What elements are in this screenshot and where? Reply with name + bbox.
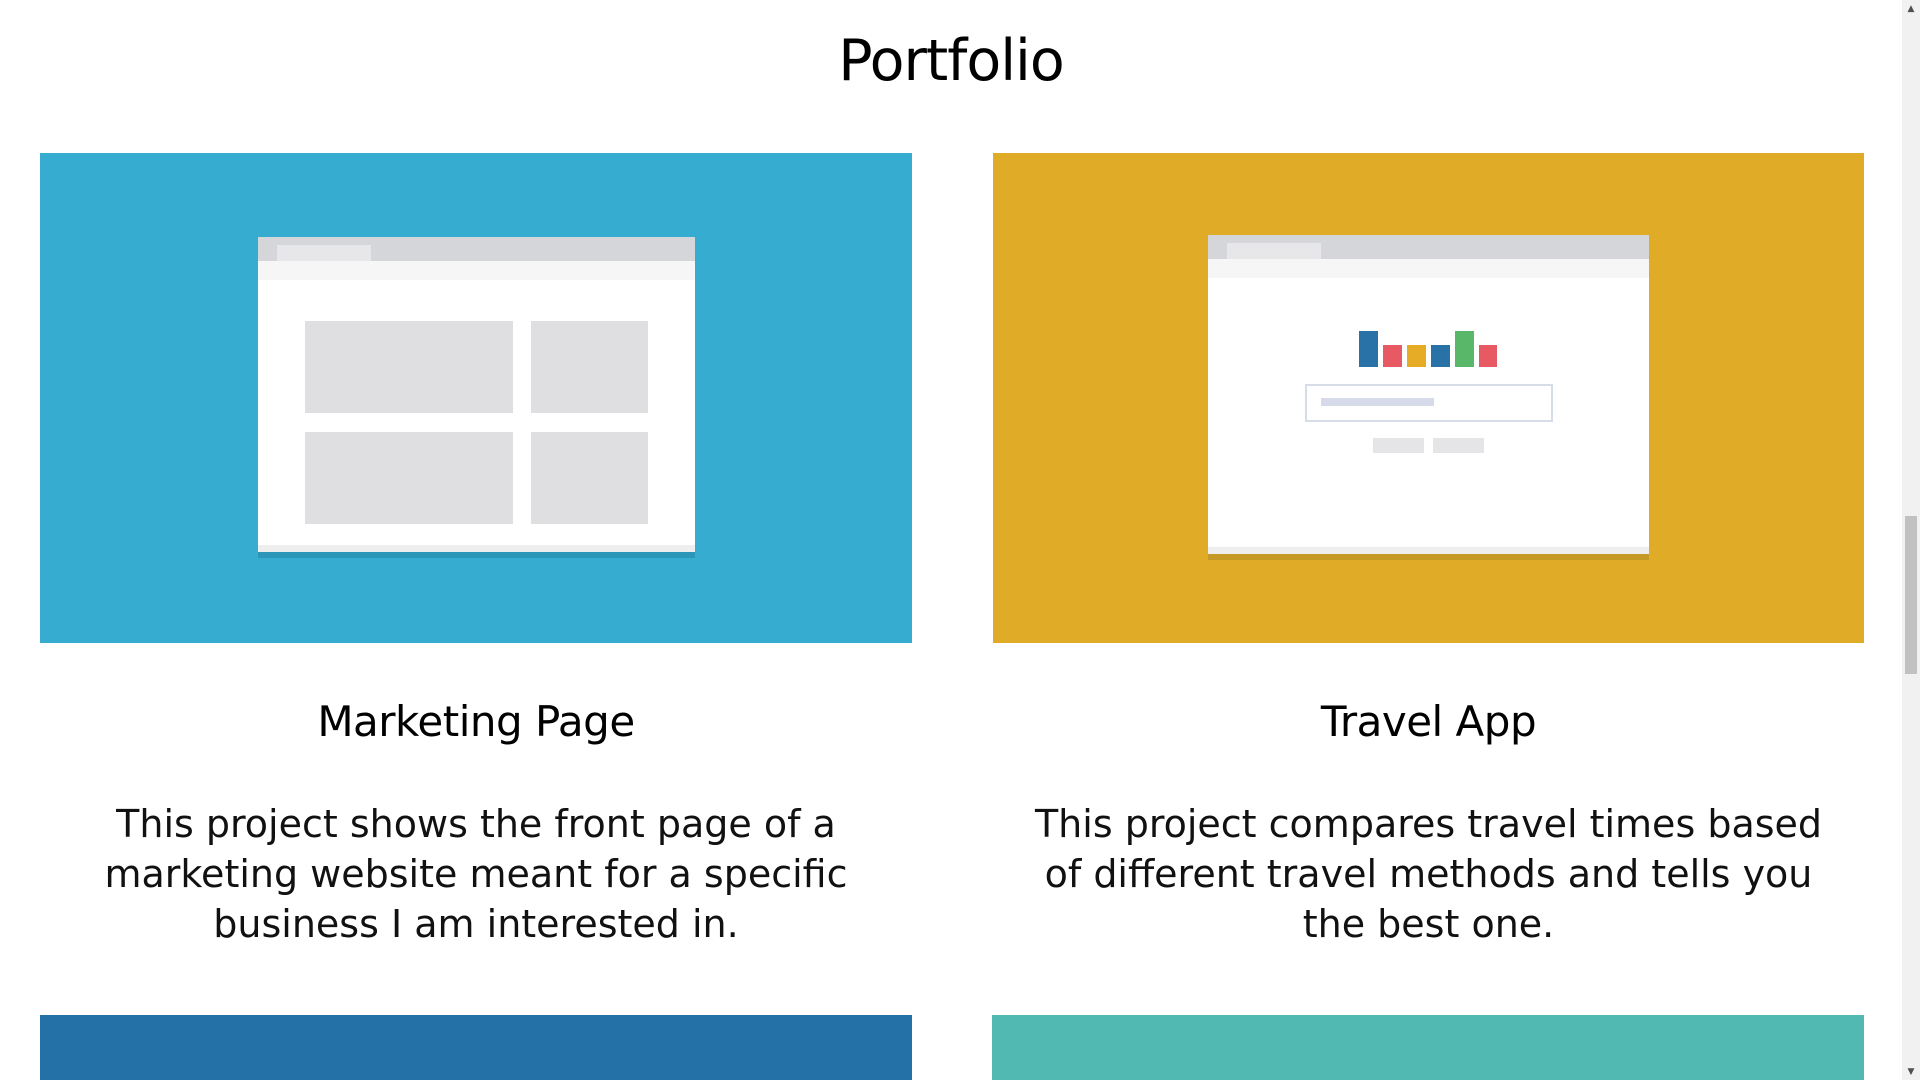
layout-block-large-bottom — [305, 432, 513, 524]
layout-block-small-top — [531, 321, 648, 413]
browser-mockup-illustration — [258, 237, 695, 558]
illustration-bar — [1359, 331, 1378, 367]
project-thumbnail-3[interactable] — [40, 1015, 912, 1080]
browser-mockup-footer — [258, 545, 695, 552]
browser-mockup-topbar — [258, 237, 695, 261]
button-mockup-right — [1433, 438, 1484, 453]
browser-mockup-illustration — [1208, 235, 1649, 560]
marketing-page-thumbnail[interactable] — [40, 153, 912, 643]
page-title: Portfolio — [838, 28, 1065, 94]
travel-app-thumbnail[interactable] — [993, 153, 1864, 643]
portfolio-page: Portfolio Marketing Page This project sh… — [0, 0, 1920, 1080]
search-field-placeholder-bar — [1321, 398, 1434, 406]
illustration-bar — [1407, 345, 1426, 367]
illustration-bar — [1479, 345, 1497, 367]
browser-mockup-tab — [1227, 243, 1321, 259]
project-title-marketing-page[interactable]: Marketing Page — [40, 697, 912, 746]
project-description-travel-app: This project compares travel times based… — [1034, 802, 1823, 946]
chevron-down-icon[interactable]: ▼ — [1902, 1063, 1920, 1080]
browser-mockup-topbar — [1208, 235, 1649, 259]
browser-mockup-shadow — [1208, 554, 1649, 560]
vertical-scrollbar[interactable]: ▲ ▼ — [1902, 0, 1920, 1080]
browser-mockup-address-strip — [258, 261, 695, 280]
browser-mockup-shadow — [258, 552, 695, 558]
chevron-up-icon[interactable]: ▲ — [1902, 0, 1920, 17]
project-thumbnail-4[interactable] — [992, 1015, 1864, 1080]
project-title-travel-app[interactable]: Travel App — [993, 697, 1864, 746]
browser-mockup-footer — [1208, 547, 1649, 554]
button-mockup-left — [1373, 438, 1424, 453]
illustration-bar — [1383, 345, 1402, 367]
layout-block-small-bottom — [531, 432, 648, 524]
search-field-mockup — [1305, 384, 1553, 422]
illustration-bar — [1455, 331, 1474, 367]
browser-mockup-tab — [277, 245, 371, 261]
bar-chart-icon — [1359, 331, 1497, 367]
layout-block-large-top — [305, 321, 513, 413]
project-description-marketing-page: This project shows the front page of a m… — [104, 802, 848, 946]
scrollbar-thumb[interactable] — [1905, 516, 1917, 674]
browser-mockup-address-strip — [1208, 259, 1649, 278]
illustration-bar — [1431, 345, 1450, 367]
